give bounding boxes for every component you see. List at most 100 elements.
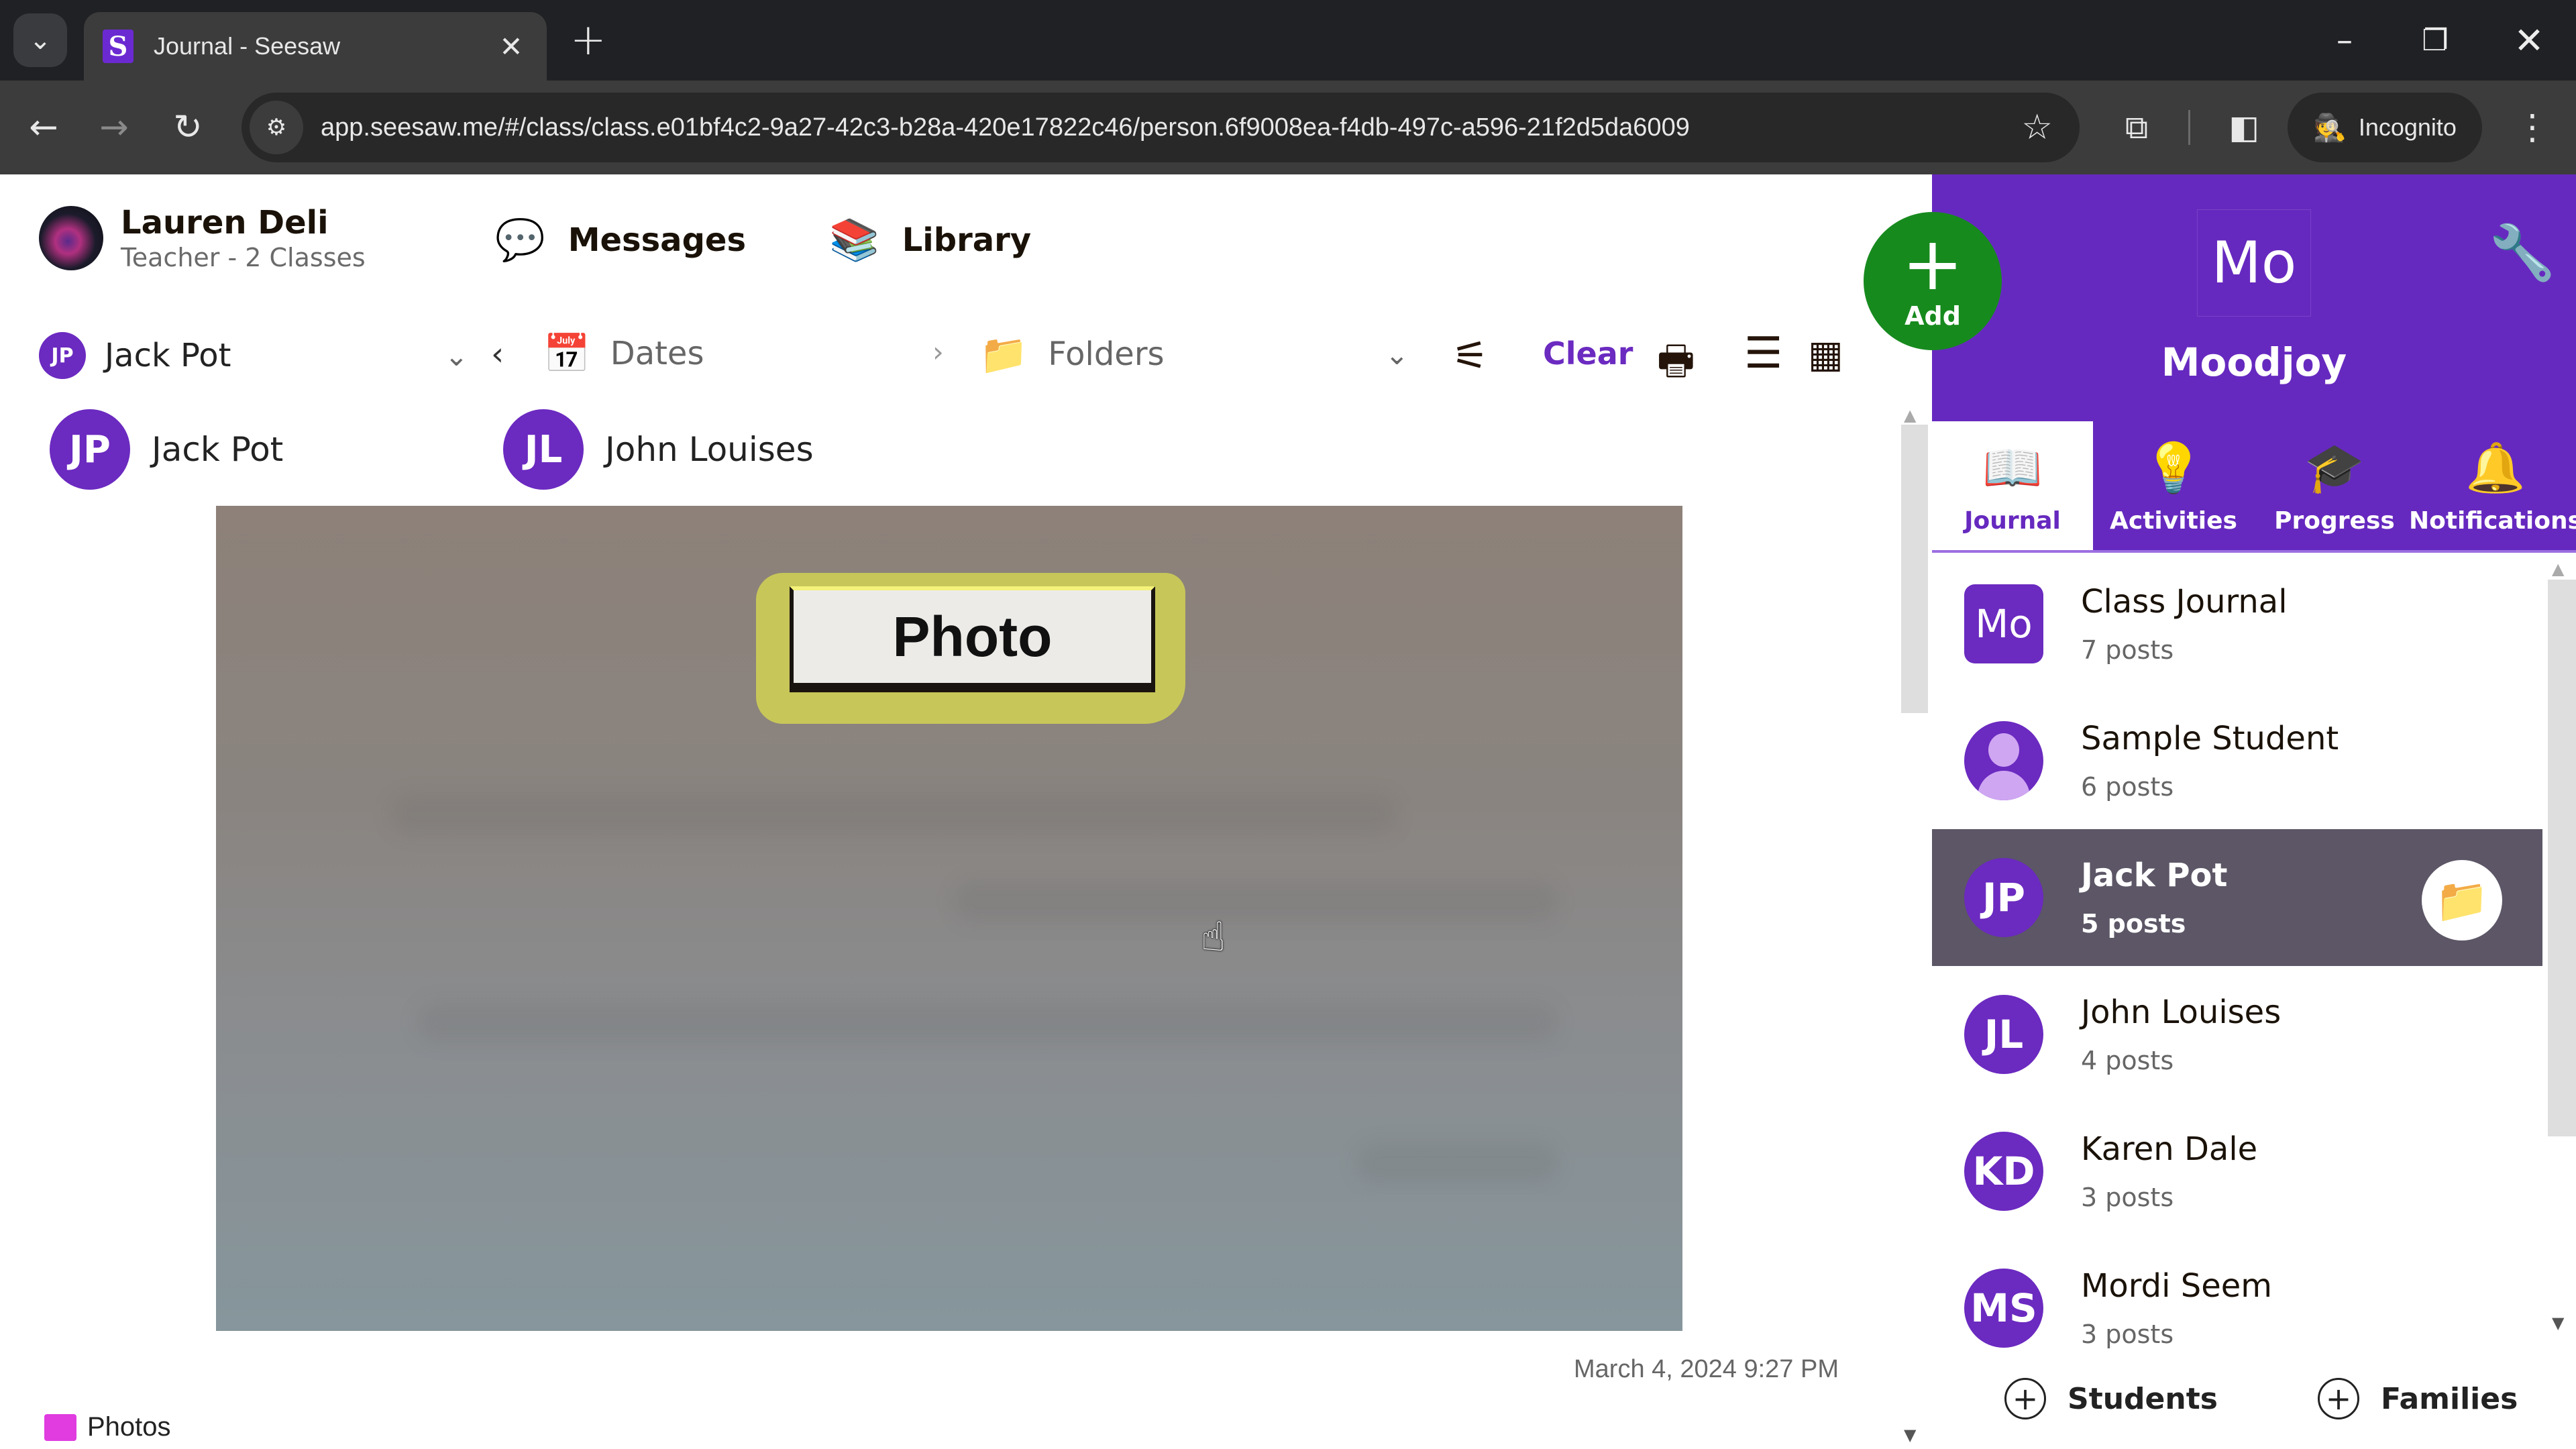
class-avatar[interactable]: Mo <box>2197 209 2311 317</box>
wrench-settings-icon[interactable]: 🔧 <box>2489 221 2556 284</box>
folders-filter-dropdown[interactable]: 📁 Folders ⌄ <box>979 327 1409 381</box>
incognito-icon: 🕵 <box>2313 113 2347 143</box>
students-label: Students <box>2068 1381 2218 1416</box>
next-date-button[interactable]: › <box>932 335 944 368</box>
student-avatar: JP <box>39 332 86 379</box>
scroll-up-icon[interactable]: ▲ <box>2552 559 2564 578</box>
tab-journal[interactable]: 📖 Journal <box>1932 421 2093 550</box>
lightbulb-icon: 💡 <box>2143 439 2204 496</box>
tab-label: Notifications <box>2408 506 2576 535</box>
tab-notifications[interactable]: 🔔 Notifications <box>2409 421 2576 550</box>
class-header: Mo Moodjoy 🔧 <box>1932 174 2576 421</box>
scrollbar-thumb[interactable] <box>1901 425 1928 713</box>
student-avatar: MS <box>1964 1269 2043 1348</box>
bookmark-star-icon[interactable]: ☆ <box>2021 107 2053 148</box>
filter-sliders-icon[interactable]: ⚟ <box>1452 333 1489 380</box>
forward-icon[interactable]: → <box>91 104 138 151</box>
scroll-down-icon[interactable]: ▼ <box>1904 1426 1916 1444</box>
toolbar-divider <box>2188 110 2190 145</box>
scroll-up-icon[interactable]: ▲ <box>1904 406 1916 425</box>
student-list: Mo Class Journal 7 posts Sample Student … <box>1932 555 2542 1354</box>
item-name: Sample Student <box>2081 720 2339 757</box>
list-item-student[interactable]: JL John Louises 4 posts <box>1932 966 2542 1103</box>
item-post-count: 7 posts <box>2081 635 2174 665</box>
item-post-count: 4 posts <box>2081 1046 2174 1075</box>
student-name: John Louises <box>605 430 814 469</box>
previous-date-button[interactable]: ‹ <box>491 335 504 373</box>
families-label: Families <box>2381 1381 2518 1416</box>
post-photo[interactable]: Photo ☝ <box>216 506 1682 1331</box>
item-name: Mordi Seem <box>2081 1267 2273 1305</box>
scrollbar-thumb[interactable] <box>2548 580 2576 1136</box>
calendar-view-icon[interactable]: ▦ <box>1808 333 1843 376</box>
new-tab-button[interactable]: + <box>570 15 606 66</box>
list-item-student-selected[interactable]: JP Jack Pot 5 posts 📁 <box>1932 829 2542 966</box>
reload-icon[interactable]: ↻ <box>164 104 211 151</box>
item-post-count: 3 posts <box>2081 1320 2174 1349</box>
restore-icon[interactable]: ❐ <box>2402 13 2469 67</box>
user-avatar <box>39 206 103 270</box>
folder-icon: 📁 <box>2435 875 2489 926</box>
student-list-scrollbar[interactable]: ▲ ▼ <box>2542 555 2576 1354</box>
photo-blur <box>417 1002 1558 1042</box>
messages-label: Messages <box>568 221 747 259</box>
student-folder-button[interactable]: 📁 <box>2422 860 2502 941</box>
print-icon[interactable]: 🖶 <box>1657 331 1695 400</box>
list-item-student[interactable]: Sample Student 6 posts <box>1932 692 2542 829</box>
item-name: Class Journal <box>2081 583 2288 621</box>
dates-label: Dates <box>610 335 704 372</box>
student-avatar: KD <box>1964 1132 2043 1211</box>
student-filter-dropdown[interactable]: JP Jack Pot ⌄ <box>39 331 468 380</box>
list-item-student[interactable]: KD Karen Dale 3 posts <box>1932 1103 2542 1240</box>
class-panel: Mo Moodjoy 🔧 📖 Journal 💡 Activities 🎓 Pr… <box>1932 174 2576 1449</box>
folder-icon: 📁 <box>979 331 1028 377</box>
graduation-cap-icon: 🎓 <box>2304 439 2365 496</box>
dates-filter[interactable]: 📅 Dates <box>543 331 704 376</box>
photo-label-text: Photo <box>790 586 1155 687</box>
clear-filters-button[interactable]: Clear <box>1543 335 1633 372</box>
window-close-icon[interactable]: ✕ <box>2496 13 2563 67</box>
student-avatar: JL <box>503 409 584 490</box>
browser-menu-icon[interactable]: ⋮ <box>2509 104 2556 151</box>
tab-close-icon[interactable]: ✕ <box>494 30 528 63</box>
item-post-count: 6 posts <box>2081 772 2174 802</box>
post-folder[interactable]: Photos <box>44 1412 171 1442</box>
browser-tab[interactable]: S Journal - Seesaw ✕ <box>84 12 547 80</box>
item-name: Jack Pot <box>2081 857 2228 894</box>
student-name: Jack Pot <box>152 430 284 469</box>
incognito-badge[interactable]: 🕵 Incognito <box>2288 93 2482 162</box>
tab-label: Progress <box>2274 506 2395 535</box>
main-scrollbar[interactable]: ▲ ▼ <box>1898 406 1928 1449</box>
tagged-student[interactable]: JP Jack Pot <box>50 409 283 490</box>
plus-circle-icon: + <box>2004 1378 2046 1419</box>
class-name[interactable]: Moodjoy <box>1932 339 2576 385</box>
list-item-class-journal[interactable]: Mo Class Journal 7 posts <box>1932 555 2542 692</box>
folder-name: Photos <box>87 1412 171 1442</box>
student-avatar: JL <box>1964 995 2043 1074</box>
user-profile[interactable]: Lauren Deli Teacher - 2 Classes <box>39 204 366 272</box>
tab-activities[interactable]: 💡 Activities <box>2093 421 2254 550</box>
tab-progress[interactable]: 🎓 Progress <box>2254 421 2415 550</box>
back-icon[interactable]: ← <box>20 104 67 151</box>
tab-search-button[interactable]: ⌄ <box>13 13 67 67</box>
side-panel-icon[interactable]: ◧ <box>2220 104 2267 151</box>
folder-icon <box>44 1413 76 1441</box>
add-students-button[interactable]: + Students <box>2004 1378 2218 1419</box>
tagged-student[interactable]: JL John Louises <box>503 409 814 490</box>
add-families-button[interactable]: + Families <box>2318 1378 2518 1419</box>
plus-icon: + <box>1901 221 1964 307</box>
seesaw-favicon-icon: S <box>103 30 133 63</box>
address-bar[interactable]: ⚙ app.seesaw.me/#/class/class.e01bf4c2-9… <box>241 93 2080 162</box>
minimize-icon[interactable]: – <box>2311 13 2378 67</box>
messages-link[interactable]: 💬 Messages <box>495 216 746 264</box>
seesaw-app: Lauren Deli Teacher - 2 Classes 💬 Messag… <box>0 174 2576 1449</box>
extensions-icon[interactable]: ⧉ <box>2113 104 2160 151</box>
url-text[interactable]: app.seesaw.me/#/class/class.e01bf4c2-9a2… <box>321 113 2021 142</box>
add-post-button[interactable]: + Add <box>1864 212 2002 350</box>
list-view-icon[interactable]: ☰ <box>1744 329 1782 378</box>
site-info-icon[interactable]: ⚙ <box>250 101 303 154</box>
scroll-down-icon[interactable]: ▼ <box>2552 1313 2564 1332</box>
library-link[interactable]: 📚 Library <box>829 216 1031 264</box>
list-item-student[interactable]: MS Mordi Seem 3 posts <box>1932 1240 2542 1354</box>
folders-label: Folders <box>1048 335 1165 373</box>
